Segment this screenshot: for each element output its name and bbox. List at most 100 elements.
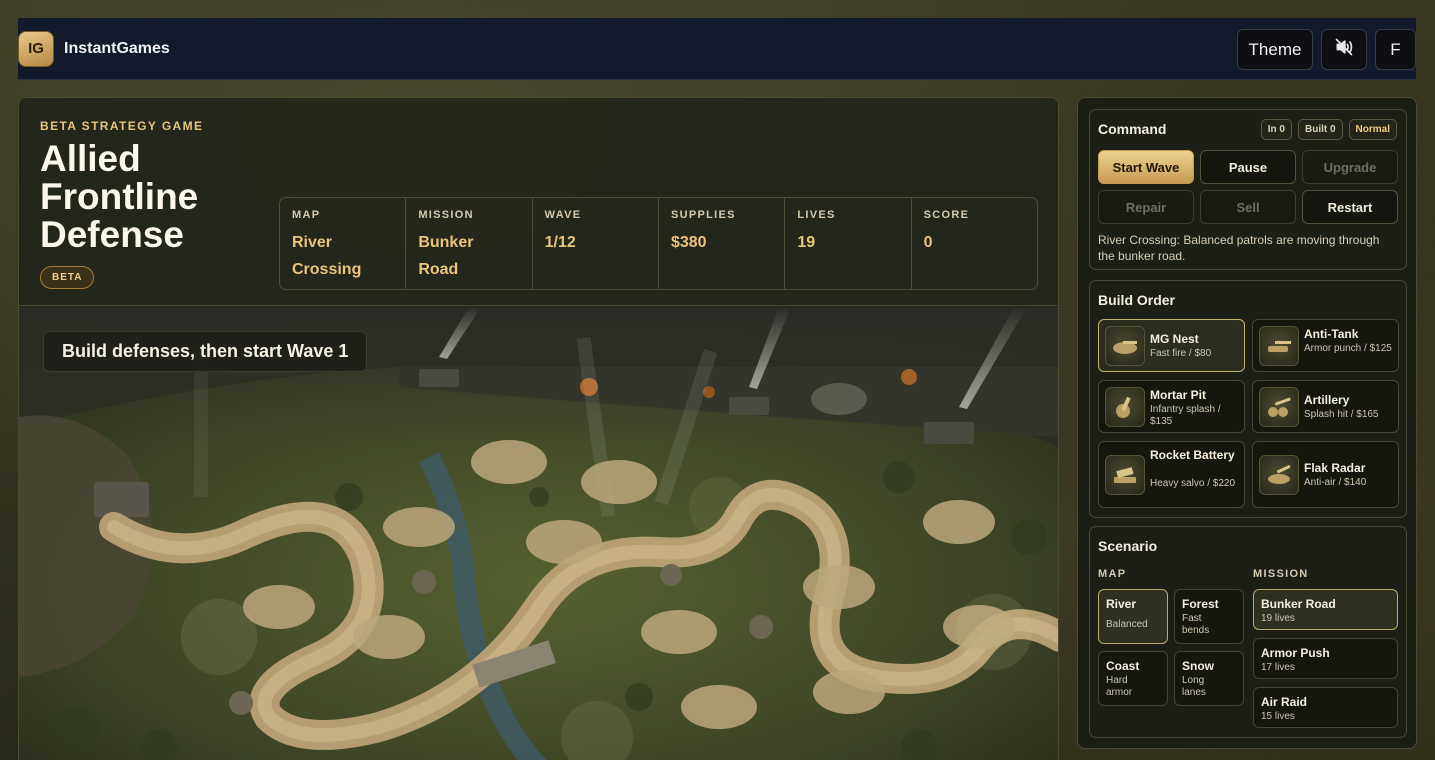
flak-radar-icon bbox=[1259, 455, 1299, 495]
stat-score: SCORE 0 bbox=[912, 198, 1037, 289]
rocket-battery-icon bbox=[1105, 455, 1145, 495]
command-card: Command In 0 Built 0 Normal Start Wave P… bbox=[1089, 109, 1407, 270]
mission-option-name: Bunker Road bbox=[1261, 597, 1336, 611]
brand-name[interactable]: InstantGames bbox=[64, 40, 170, 58]
map-section-label: MAP bbox=[1098, 568, 1127, 580]
mission-option-name: Air Raid bbox=[1261, 695, 1308, 709]
build-item-desc: Infantry splash / $135 bbox=[1150, 404, 1221, 427]
build-item-desc: Armor punch / $125 bbox=[1304, 343, 1392, 354]
build-item-artillery[interactable]: Artillery Splash hit / $165 bbox=[1252, 380, 1399, 433]
map-option-forest[interactable]: Forest Fast bends bbox=[1174, 589, 1244, 644]
pause-button[interactable]: Pause bbox=[1200, 150, 1296, 184]
build-item-name: Anti-Tank bbox=[1304, 327, 1359, 341]
mission-section-label: MISSION bbox=[1253, 568, 1309, 580]
build-item-desc: Anti-air / $140 bbox=[1304, 477, 1367, 488]
nav-actions: Theme F bbox=[1237, 29, 1416, 70]
build-item-name: Artillery bbox=[1304, 393, 1350, 407]
map-option-name: Forest bbox=[1182, 597, 1219, 611]
mission-option-sub: 17 lives bbox=[1261, 662, 1295, 673]
built-count-chip: Built 0 bbox=[1297, 119, 1343, 140]
build-item-desc: Fast fire / $80 bbox=[1150, 348, 1212, 359]
battlefield-canvas[interactable] bbox=[19, 307, 1059, 760]
stat-map: MAP River Crossing bbox=[280, 198, 407, 289]
build-item-rocket-battery[interactable]: Rocket Battery Heavy salvo / $220 bbox=[1098, 441, 1245, 508]
stat-supplies: SUPPLIES $380 bbox=[659, 198, 786, 289]
stat-value: 1/12 bbox=[544, 234, 576, 251]
stat-value: 19 bbox=[797, 234, 816, 251]
map-option-sub: Hard armor bbox=[1106, 675, 1133, 698]
stat-value: River Crossing bbox=[292, 234, 362, 278]
fullscreen-button[interactable]: F bbox=[1375, 29, 1416, 70]
mission-option-sub: 15 lives bbox=[1261, 711, 1295, 722]
mission-option-armor-push[interactable]: Armor Push 17 lives bbox=[1253, 638, 1398, 679]
stat-value: $380 bbox=[670, 234, 707, 251]
stat-label: MISSION bbox=[418, 209, 474, 221]
map-option-snow[interactable]: Snow Long lanes bbox=[1174, 651, 1244, 706]
sidebar: Command In 0 Built 0 Normal Start Wave P… bbox=[1077, 97, 1417, 749]
start-wave-button[interactable]: Start Wave bbox=[1098, 150, 1194, 184]
build-item-name: Mortar Pit bbox=[1150, 388, 1207, 402]
battlefield-map[interactable]: Build defenses, then start Wave 1 bbox=[19, 307, 1059, 760]
scenario-card: Scenario MAP MISSION River Balanced Fore… bbox=[1089, 526, 1407, 738]
map-option-name: Snow bbox=[1182, 659, 1214, 673]
build-item-desc: Heavy salvo / $220 bbox=[1150, 478, 1236, 489]
scenario-title: Scenario bbox=[1098, 538, 1158, 554]
repair-button[interactable]: Repair bbox=[1098, 190, 1194, 224]
map-option-coast[interactable]: Coast Hard armor bbox=[1098, 651, 1168, 706]
mg-nest-icon bbox=[1105, 326, 1145, 366]
speaker-muted-icon bbox=[1334, 37, 1354, 62]
game-title: Allied Frontline Defense bbox=[40, 138, 199, 255]
mission-option-air-raid[interactable]: Air Raid 15 lives bbox=[1253, 687, 1398, 728]
stat-mission: MISSION Bunker Road bbox=[406, 198, 533, 289]
logo-badge[interactable]: IG bbox=[18, 30, 54, 67]
map-option-sub: Long lanes bbox=[1182, 675, 1206, 698]
theme-button[interactable]: Theme bbox=[1237, 29, 1313, 70]
stat-value: 0 bbox=[923, 234, 933, 251]
mission-option-name: Armor Push bbox=[1261, 646, 1330, 660]
artillery-icon bbox=[1259, 387, 1299, 427]
stat-label: WAVE bbox=[544, 209, 582, 221]
build-item-anti-tank[interactable]: Anti-Tank Armor punch / $125 bbox=[1252, 319, 1399, 372]
anti-tank-icon bbox=[1259, 326, 1299, 366]
map-option-name: Coast bbox=[1106, 659, 1140, 673]
stat-label: SCORE bbox=[923, 209, 970, 221]
eyebrow-label: BETA STRATEGY GAME bbox=[40, 119, 204, 133]
mission-option-sub: 19 lives bbox=[1261, 613, 1295, 624]
stat-wave: WAVE 1/12 bbox=[533, 198, 659, 289]
map-option-sub: Balanced bbox=[1106, 619, 1148, 630]
map-option-river[interactable]: River Balanced bbox=[1098, 589, 1168, 644]
stats-bar: MAP River Crossing MISSION Bunker Road W… bbox=[279, 197, 1038, 290]
status-chips: In 0 Built 0 Normal bbox=[1260, 119, 1397, 140]
build-item-desc: Splash hit / $165 bbox=[1304, 409, 1379, 420]
build-item-mortar-pit[interactable]: Mortar Pit Infantry splash / $135 bbox=[1098, 380, 1245, 433]
build-order-title: Build Order bbox=[1098, 292, 1176, 308]
upgrade-button[interactable]: Upgrade bbox=[1302, 150, 1398, 184]
build-item-flak-radar[interactable]: Flak Radar Anti-air / $140 bbox=[1252, 441, 1399, 508]
stat-label: MAP bbox=[292, 209, 321, 221]
difficulty-chip[interactable]: Normal bbox=[1348, 119, 1397, 140]
sell-button[interactable]: Sell bbox=[1200, 190, 1296, 224]
build-order-card: Build Order MG Nest Fast fire / $80 Anti… bbox=[1089, 280, 1407, 518]
mission-option-bunker-road[interactable]: Bunker Road 19 lives bbox=[1253, 589, 1398, 630]
sound-toggle-button[interactable] bbox=[1321, 29, 1367, 70]
stat-label: LIVES bbox=[797, 209, 836, 221]
mortar-icon bbox=[1105, 387, 1145, 427]
top-nav-bar: IG InstantGames Theme F bbox=[18, 18, 1416, 80]
build-item-name: Flak Radar bbox=[1304, 461, 1366, 475]
game-panel: BETA STRATEGY GAME Allied Frontline Defe… bbox=[18, 97, 1059, 760]
build-item-name: Rocket Battery bbox=[1150, 448, 1235, 462]
command-title: Command bbox=[1098, 121, 1167, 137]
status-toast: Build defenses, then start Wave 1 bbox=[43, 331, 368, 372]
command-status-text: River Crossing: Balanced patrols are mov… bbox=[1098, 233, 1380, 263]
stat-value: Bunker Road bbox=[418, 234, 474, 278]
stat-lives: LIVES 19 bbox=[785, 198, 912, 289]
stat-label: SUPPLIES bbox=[670, 209, 736, 221]
in-count-chip: In 0 bbox=[1260, 119, 1292, 140]
map-option-name: River bbox=[1106, 597, 1137, 611]
build-item-mg-nest[interactable]: MG Nest Fast fire / $80 bbox=[1098, 319, 1245, 372]
build-item-name: MG Nest bbox=[1150, 332, 1199, 346]
game-header: BETA STRATEGY GAME Allied Frontline Defe… bbox=[19, 98, 1058, 306]
map-option-sub: Fast bends bbox=[1182, 613, 1210, 636]
beta-badge: BETA bbox=[40, 266, 95, 289]
restart-button[interactable]: Restart bbox=[1302, 190, 1398, 224]
